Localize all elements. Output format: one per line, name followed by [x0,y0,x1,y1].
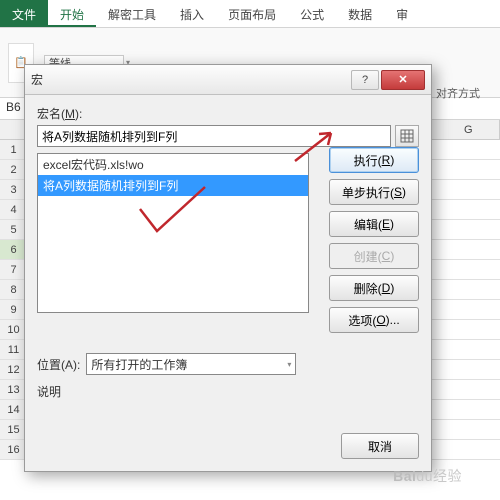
help-button[interactable]: ? [351,70,379,90]
list-item[interactable]: 将A列数据随机排列到F列 [38,175,308,196]
dialog-titlebar[interactable]: 宏 ? ✕ [25,65,431,95]
watermark: Baidu经验 [393,466,462,486]
description-label: 说明 [37,383,419,400]
create-button: 创建(C) [329,243,419,269]
close-icon: ✕ [398,73,407,86]
location-select[interactable]: 所有打开的工作簿 ▾ [86,353,296,375]
ribbon-tabs: 文件 开始 解密工具 插入 页面布局 公式 数据 审 [0,0,500,28]
tab-review[interactable]: 审 [384,0,420,27]
tab-insert[interactable]: 插入 [168,0,216,27]
macro-name-label: 宏名(M): [37,105,419,122]
dialog-title: 宏 [31,71,349,88]
options-button[interactable]: 选项(O)... [329,307,419,333]
chevron-down-icon: ▾ [287,360,291,369]
location-label: 位置(A): [37,356,80,373]
cancel-button[interactable]: 取消 [341,433,419,459]
step-button[interactable]: 单步执行(S) [329,179,419,205]
macro-dialog: 宏 ? ✕ 宏名(M): excel宏代码.xls!wo将A列数据随机排列到F列… [24,64,432,472]
tab-file[interactable]: 文件 [0,0,48,27]
tab-layout[interactable]: 页面布局 [216,0,288,27]
grid-icon [400,129,414,143]
range-picker-button[interactable] [395,125,419,147]
list-item[interactable]: excel宏代码.xls!wo [38,154,308,175]
ribbon-group-alignment: 对齐方式 [436,85,480,101]
tab-data[interactable]: 数据 [336,0,384,27]
macro-listbox[interactable]: excel宏代码.xls!wo将A列数据随机排列到F列 [37,153,309,313]
column-header[interactable]: G [437,120,500,139]
tab-formula[interactable]: 公式 [288,0,336,27]
tab-home[interactable]: 开始 [48,0,96,27]
tab-decrypt[interactable]: 解密工具 [96,0,168,27]
run-button[interactable]: 执行(R) [329,147,419,173]
close-button[interactable]: ✕ [381,70,425,90]
delete-button[interactable]: 删除(D) [329,275,419,301]
macro-name-input[interactable] [37,125,391,147]
edit-button[interactable]: 编辑(E) [329,211,419,237]
